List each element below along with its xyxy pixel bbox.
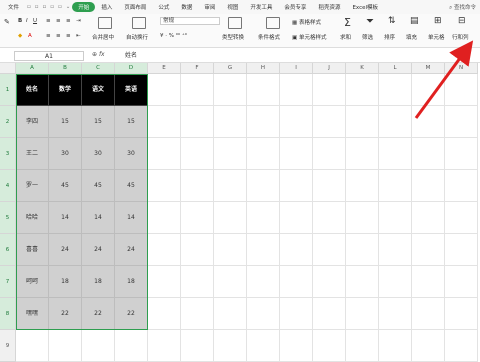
grid-cell[interactable]: [247, 330, 280, 362]
grid-cell[interactable]: [412, 298, 445, 330]
grid-cell[interactable]: [346, 330, 379, 362]
grid-cell[interactable]: [280, 266, 313, 298]
grid-cell[interactable]: [148, 298, 181, 330]
grid-cell[interactable]: [412, 330, 445, 362]
grid-cell[interactable]: [445, 266, 478, 298]
grid-cell[interactable]: [82, 330, 115, 362]
grid-cell[interactable]: [181, 298, 214, 330]
grid-cell[interactable]: [379, 266, 412, 298]
grid-cell[interactable]: [214, 298, 247, 330]
grid-cell[interactable]: [16, 330, 49, 362]
grid-cell[interactable]: [346, 298, 379, 330]
grid-cell[interactable]: [247, 266, 280, 298]
row-header-7[interactable]: 7: [0, 266, 16, 298]
grid-cell[interactable]: [412, 266, 445, 298]
grid-cell[interactable]: [379, 298, 412, 330]
grid-cell[interactable]: [115, 330, 148, 362]
grid-cell[interactable]: [346, 266, 379, 298]
grid-cell[interactable]: [148, 266, 181, 298]
grid-cell[interactable]: [214, 266, 247, 298]
grid-cell[interactable]: [445, 298, 478, 330]
grid-cell[interactable]: [280, 330, 313, 362]
grid-cell[interactable]: [214, 330, 247, 362]
grid-cell[interactable]: [313, 298, 346, 330]
row-header-9[interactable]: 9: [0, 330, 16, 362]
grid-cell[interactable]: [49, 330, 82, 362]
grid-cell[interactable]: [148, 330, 181, 362]
grid-cell[interactable]: [313, 330, 346, 362]
grid-cell[interactable]: [379, 330, 412, 362]
grid-cell[interactable]: [280, 298, 313, 330]
row-header-8[interactable]: 8: [0, 298, 16, 330]
grid-cell[interactable]: [181, 330, 214, 362]
grid-cell[interactable]: [445, 330, 478, 362]
grid-cell[interactable]: [181, 266, 214, 298]
grid-cell[interactable]: [247, 298, 280, 330]
grid-cell[interactable]: [313, 266, 346, 298]
red-arrow-annotation: [414, 40, 474, 119]
